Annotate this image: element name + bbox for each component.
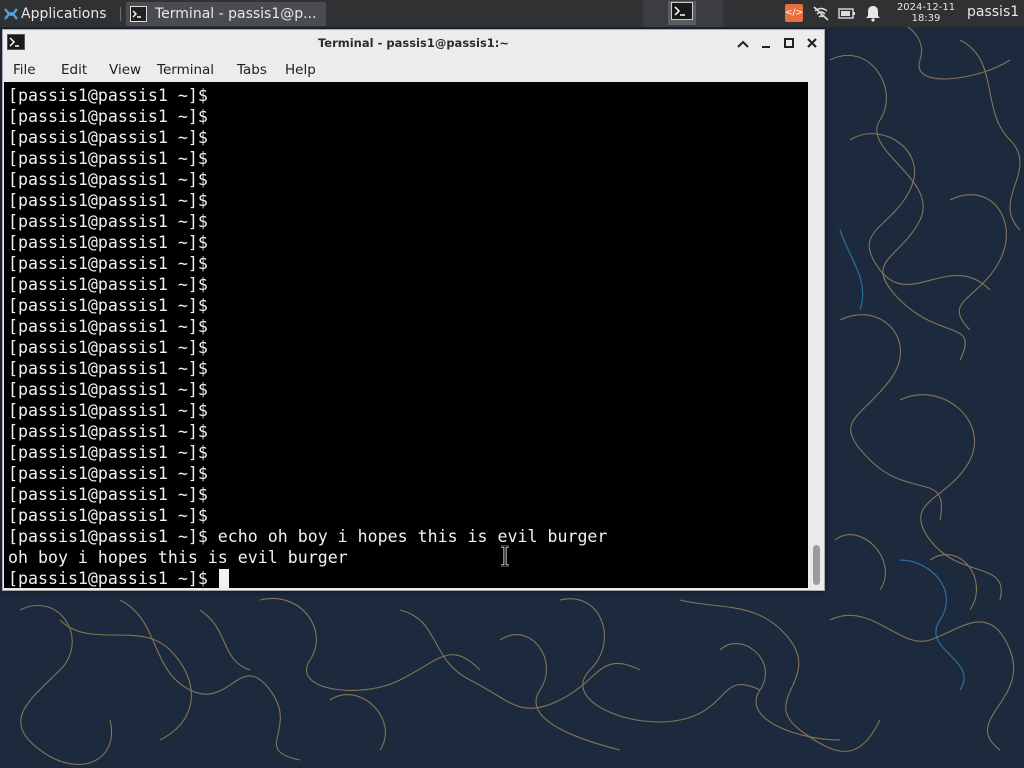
terminal-line: [passis1@passis1 ~]$	[8, 359, 208, 378]
workspace-switcher[interactable]	[643, 0, 723, 27]
terminal-scrollbar[interactable]	[809, 82, 824, 588]
menu-tabs[interactable]: Tabs	[237, 62, 267, 78]
terminal-line: [passis1@passis1 ~]$	[8, 191, 208, 210]
terminal-line: [passis1@passis1 ~]$	[8, 506, 208, 525]
clock-date: 2024-12-11	[896, 2, 956, 13]
chevron-up-icon	[737, 34, 749, 53]
taskbar-terminal-label: Terminal - passis1@p...	[155, 6, 317, 22]
terminal-cursor	[218, 569, 229, 588]
shade-button[interactable]	[735, 35, 751, 51]
terminal-output-area[interactable]: [passis1@passis1 ~]$ [passis1@passis1 ~]…	[4, 82, 808, 588]
menu-edit[interactable]: Edit	[61, 62, 87, 78]
minimize-button[interactable]	[758, 35, 774, 51]
battery-icon[interactable]	[838, 5, 856, 22]
terminal-line: [passis1@passis1 ~]$	[8, 149, 208, 168]
terminal-line: [passis1@passis1 ~]$	[8, 401, 208, 420]
terminal-line: [passis1@passis1 ~]$	[8, 254, 208, 273]
network-off-icon[interactable]	[812, 5, 830, 22]
workspace-1[interactable]	[668, 1, 696, 25]
clock-time: 18:39	[911, 13, 941, 24]
terminal-line: oh boy i hopes this is evil burger	[8, 548, 348, 567]
terminal-line: [passis1@passis1 ~]$	[8, 422, 208, 441]
window-title: Terminal - passis1@passis1:~	[317, 36, 510, 50]
terminal-line: [passis1@passis1 ~]$	[8, 338, 208, 357]
terminal-text: [passis1@passis1 ~]$ [passis1@passis1 ~]…	[8, 85, 607, 588]
user-menu[interactable]: passis1	[967, 4, 1019, 20]
minimize-icon	[760, 34, 772, 53]
terminal-icon	[130, 6, 147, 22]
terminal-line: [passis1@passis1 ~]$	[8, 275, 208, 294]
terminal-line: [passis1@passis1 ~]$	[8, 464, 208, 483]
scrollbar-thumb[interactable]	[813, 545, 820, 585]
terminal-line: [passis1@passis1 ~]$	[8, 443, 208, 462]
close-icon	[806, 34, 818, 53]
terminal-line: [passis1@passis1 ~]$	[8, 170, 208, 189]
menu-help[interactable]: Help	[285, 62, 316, 78]
clock[interactable]: 2024-12-11 18:39	[893, 2, 959, 24]
close-button[interactable]	[804, 35, 820, 51]
applications-menu-button[interactable]: Applications	[0, 0, 125, 27]
maximize-button[interactable]	[781, 35, 797, 51]
terminal-line: [passis1@passis1 ~]$	[8, 86, 208, 105]
terminal-prompt: [passis1@passis1 ~]$	[8, 569, 218, 588]
maximize-icon	[783, 34, 795, 53]
terminal-line: [passis1@passis1 ~]$	[8, 107, 208, 126]
workspace-terminal-icon	[671, 2, 693, 24]
terminal-line: [passis1@passis1 ~]$	[8, 485, 208, 504]
taskbar-terminal-button[interactable]: Terminal - passis1@p...	[126, 2, 326, 26]
menu-file[interactable]: File	[13, 62, 36, 78]
top-panel: Applications Terminal - passis1@p... </>…	[0, 0, 1024, 27]
terminal-line: [passis1@passis1 ~]$	[8, 317, 208, 336]
terminal-line: [passis1@passis1 ~]$	[8, 128, 208, 147]
terminal-line: [passis1@passis1 ~]$	[8, 233, 208, 252]
terminal-line: [passis1@passis1 ~]$	[8, 380, 208, 399]
mouse-ibeam-cursor-icon	[501, 545, 509, 567]
panel-separator	[120, 7, 121, 21]
notification-bell-icon[interactable]	[864, 5, 882, 22]
orange-indicator-icon[interactable]: </>	[785, 4, 803, 22]
xfce-logo-icon	[3, 6, 19, 22]
terminal-line: [passis1@passis1 ~]$ echo oh boy i hopes…	[8, 527, 608, 546]
terminal-line: [passis1@passis1 ~]$	[8, 296, 208, 315]
menu-terminal[interactable]: Terminal	[157, 62, 214, 78]
terminal-line: [passis1@passis1 ~]$	[8, 212, 208, 231]
window-titlebar[interactable]: Terminal - passis1@passis1:~	[3, 30, 824, 56]
menu-view[interactable]: View	[109, 62, 141, 78]
applications-label: Applications	[21, 5, 107, 22]
terminal-window: Terminal - passis1@passis1:~ File Edit V…	[2, 29, 825, 591]
